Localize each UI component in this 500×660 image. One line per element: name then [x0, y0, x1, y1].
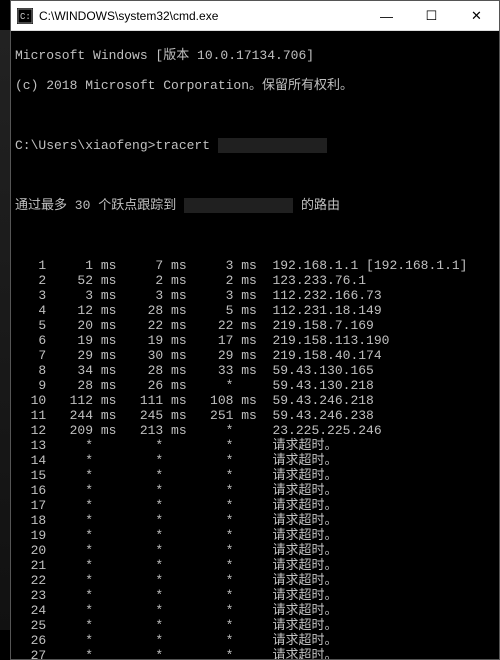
svg-text:C:: C:	[20, 12, 31, 22]
hop-row: 8 34 ms 28 ms 33 ms 59.43.130.165	[15, 363, 495, 378]
blank-line	[15, 228, 495, 243]
hop-row: 13 * * * 请求超时。	[15, 438, 495, 453]
hop-row: 6 19 ms 19 ms 17 ms 219.158.113.190	[15, 333, 495, 348]
terminal-output[interactable]: Microsoft Windows [版本 10.0.17134.706] (c…	[11, 31, 499, 659]
hop-row: 15 * * * 请求超时。	[15, 468, 495, 483]
maximize-button[interactable]: ☐	[409, 1, 454, 31]
hop-row: 10 112 ms 111 ms 108 ms 59.43.246.218	[15, 393, 495, 408]
hop-row: 7 29 ms 30 ms 29 ms 219.158.40.174	[15, 348, 495, 363]
hop-row: 26 * * * 请求超时。	[15, 633, 495, 648]
close-button[interactable]: ✕	[454, 1, 499, 31]
hop-row: 27 * * * 请求超时。	[15, 648, 495, 659]
hop-row: 2 52 ms 2 ms 2 ms 123.233.76.1	[15, 273, 495, 288]
minimize-button[interactable]: —	[364, 1, 409, 31]
trace-header-pre: 通过最多 30 个跃点跟踪到	[15, 198, 184, 213]
window-controls: — ☐ ✕	[364, 1, 499, 30]
hop-row: 3 3 ms 3 ms 3 ms 112.232.166.73	[15, 288, 495, 303]
hop-row: 19 * * * 请求超时。	[15, 528, 495, 543]
banner-line: Microsoft Windows [版本 10.0.17134.706]	[15, 48, 495, 63]
background-edge	[0, 30, 10, 630]
hop-row: 17 * * * 请求超时。	[15, 498, 495, 513]
copyright-line: (c) 2018 Microsoft Corporation。保留所有权利。	[15, 78, 495, 93]
hop-row: 5 20 ms 22 ms 22 ms 219.158.7.169	[15, 318, 495, 333]
hop-row: 12 209 ms 213 ms * 23.225.225.246	[15, 423, 495, 438]
hop-row: 4 12 ms 28 ms 5 ms 112.231.18.149	[15, 303, 495, 318]
hop-row: 16 * * * 请求超时。	[15, 483, 495, 498]
trace-header-post: 的路由	[293, 198, 340, 213]
hop-row: 1 1 ms 7 ms 3 ms 192.168.1.1 [192.168.1.…	[15, 258, 495, 273]
blank-line	[15, 108, 495, 123]
command-line: C:\Users\xiaofeng>tracert 45.199.156.182	[15, 138, 495, 153]
hop-row: 25 * * * 请求超时。	[15, 618, 495, 633]
cmd-window: C: C:\WINDOWS\system32\cmd.exe — ☐ ✕ Mic…	[10, 0, 500, 660]
hop-row: 9 28 ms 26 ms * 59.43.130.218	[15, 378, 495, 393]
hop-row: 20 * * * 请求超时。	[15, 543, 495, 558]
window-title: C:\WINDOWS\system32\cmd.exe	[39, 9, 364, 23]
redacted-target: 45.199.156.182	[218, 138, 327, 153]
prompt-text: C:\Users\xiaofeng>tracert	[15, 138, 218, 153]
hop-row: 11 244 ms 245 ms 251 ms 59.43.246.238	[15, 408, 495, 423]
hop-row: 24 * * * 请求超时。	[15, 603, 495, 618]
titlebar[interactable]: C: C:\WINDOWS\system32\cmd.exe — ☐ ✕	[11, 1, 499, 31]
hop-row: 14 * * * 请求超时。	[15, 453, 495, 468]
redacted-target: 45.199.156.182	[184, 198, 293, 213]
blank-line	[15, 168, 495, 183]
hop-row: 23 * * * 请求超时。	[15, 588, 495, 603]
hop-list: 1 1 ms 7 ms 3 ms 192.168.1.1 [192.168.1.…	[15, 258, 495, 659]
hop-row: 22 * * * 请求超时。	[15, 573, 495, 588]
hop-row: 21 * * * 请求超时。	[15, 558, 495, 573]
cmd-icon: C:	[17, 8, 33, 24]
hop-row: 18 * * * 请求超时。	[15, 513, 495, 528]
trace-header: 通过最多 30 个跃点跟踪到 45.199.156.182 的路由	[15, 198, 495, 213]
